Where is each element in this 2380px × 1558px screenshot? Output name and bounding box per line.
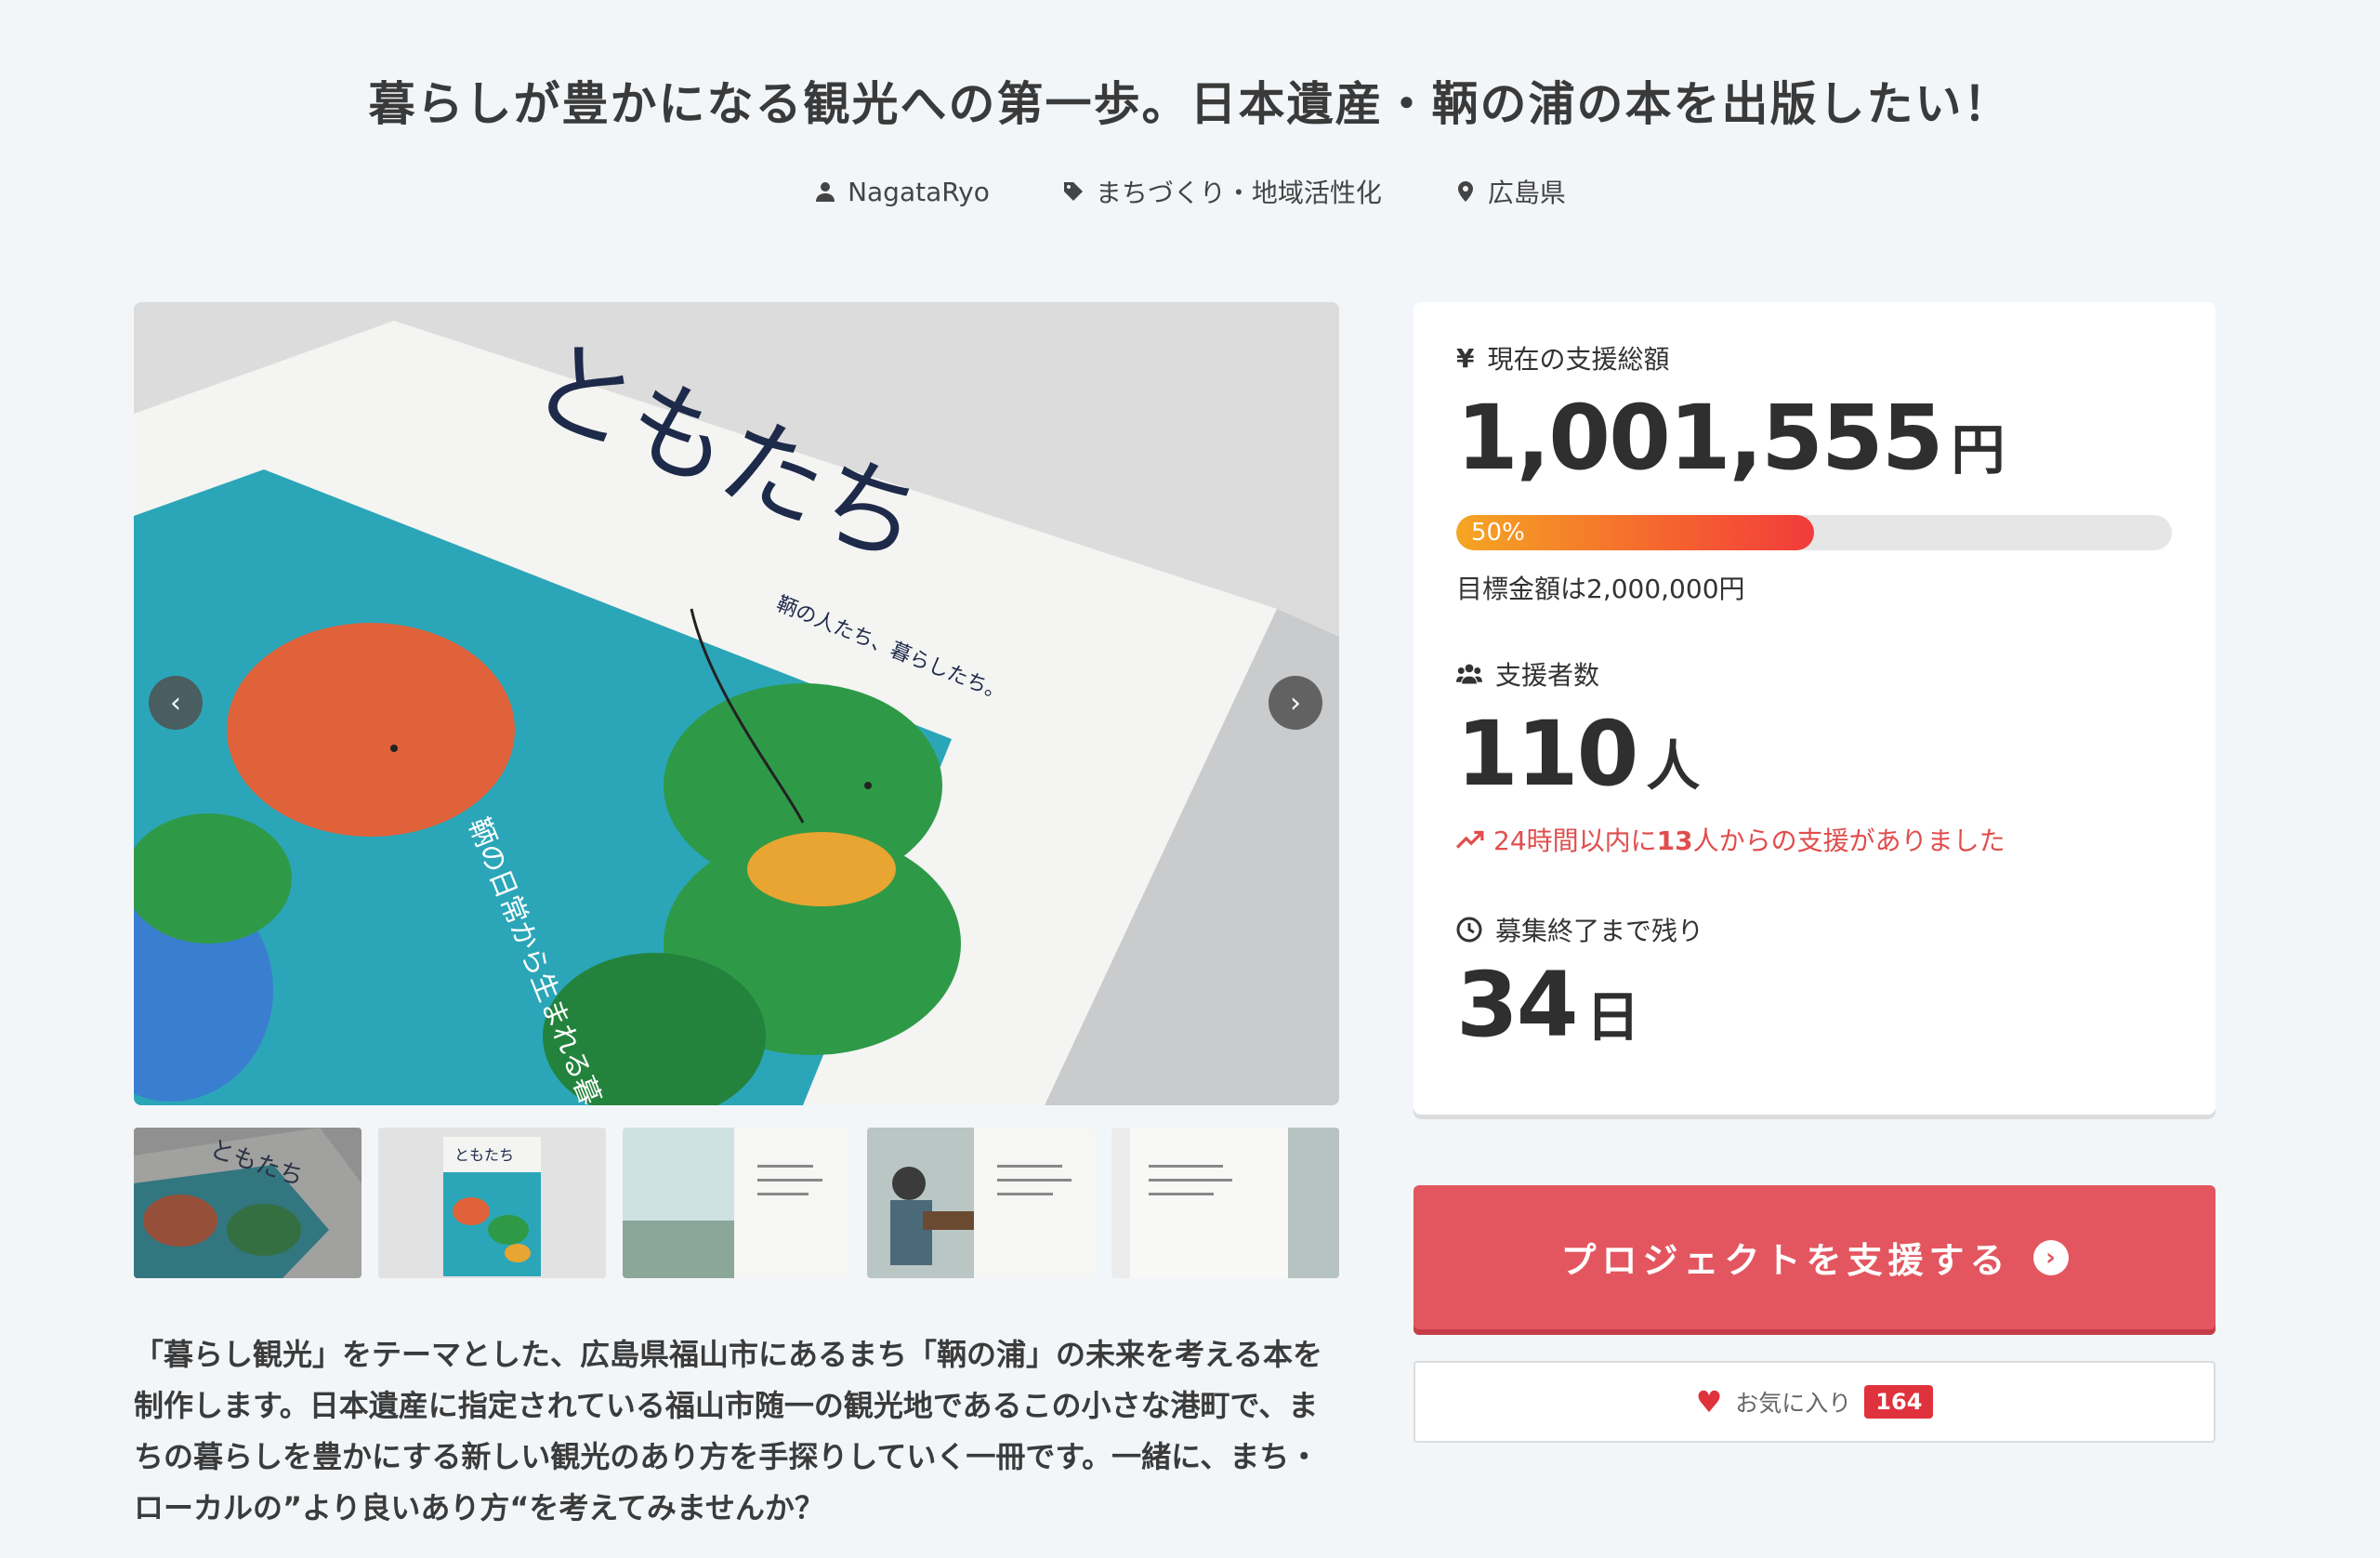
thumbnail-5-image (1111, 1128, 1339, 1278)
supporters-count: 110 人 (1456, 702, 1700, 806)
thumbnail-1[interactable]: ともたち (134, 1128, 362, 1278)
recent-prefix: 24時間以内に (1493, 825, 1657, 856)
users-icon (1456, 664, 1482, 684)
total-amount: 1,001,555 円 (1456, 386, 2005, 490)
thumbnail-2-image: ともたち (378, 1128, 606, 1278)
location-pin-icon (1457, 181, 1473, 202)
thumbnail-3[interactable] (623, 1128, 850, 1278)
thumbnail-5[interactable] (1111, 1128, 1339, 1278)
gallery-thumbnails: ともたち ともたち (134, 1128, 1339, 1278)
supporters-label: 支援者数 (1495, 660, 1600, 691)
author-name: NagataRyo (848, 176, 990, 207)
recent-support-notice: 24時間以内に13人からの支援がありました (1456, 821, 2005, 858)
favorite-count-badge: 164 (1864, 1385, 1934, 1419)
remaining-days-unit: 日 (1585, 985, 1640, 1049)
svg-text:ともたち: ともたち (454, 1146, 514, 1164)
chevron-left-icon: ‹ (170, 686, 181, 720)
thumbnail-1-image: ともたち (134, 1128, 362, 1278)
total-amount-value: 1,001,555 (1456, 386, 1944, 490)
user-icon (816, 182, 835, 202)
support-project-button[interactable]: プロジェクトを支援する › (1414, 1185, 2216, 1329)
remaining-days-value: 34 (1456, 953, 1579, 1057)
remaining-days: 34 日 (1456, 953, 1640, 1057)
total-label: 現在の支援総額 (1487, 344, 1670, 375)
recent-suffix: 人からの支援がありました (1692, 825, 2005, 856)
tag-icon (1063, 182, 1083, 201)
arrow-right-circle-icon: › (2032, 1239, 2069, 1275)
funding-stats-card: ¥ 現在の支援総額 1,001,555 円 50% 目標金額は2,000,000円… (1414, 302, 2216, 1115)
total-label-row: ¥ 現在の支援総額 (1456, 339, 1670, 376)
recent-count: 13 (1656, 825, 1693, 856)
category-name: まちづくり・地域活性化 (1095, 178, 1382, 208)
supporters-count-unit: 人 (1646, 734, 1701, 798)
remaining-label: 募集終了まで残り (1495, 916, 1704, 946)
supporters-label-row: 支援者数 (1456, 655, 1599, 693)
gallery-prev-button[interactable]: ‹ (149, 676, 203, 730)
thumbnail-2[interactable]: ともたち (378, 1128, 606, 1278)
chevron-right-icon: › (1290, 686, 1301, 720)
thumbnail-4[interactable] (867, 1128, 1095, 1278)
project-meta: NagataRyo まちづくり・地域活性化 広島県 (0, 173, 2380, 210)
location-link[interactable]: 広島県 (1454, 173, 1566, 210)
goal-amount: 目標金額は2,000,000円 (1456, 574, 1745, 604)
category-link[interactable]: まちづくり・地域活性化 (1062, 173, 1382, 210)
author-link[interactable]: NagataRyo (814, 173, 990, 210)
progress-fill: 50% (1456, 515, 1814, 550)
favorite-label: お気に入り (1735, 1390, 1852, 1417)
favorite-button[interactable]: ♥ お気に入り 164 (1414, 1361, 2216, 1443)
funding-progress-bar: 50% (1456, 515, 2172, 550)
book-cover-illustration: ともたち 鞆の人たち、暮らしたち。 鞆の日常から生まれる暮らし観光。 (134, 302, 1339, 1105)
yen-icon: ¥ (1456, 342, 1475, 374)
remaining-label-row: 募集終了まで残り (1456, 911, 1703, 948)
gallery-next-button[interactable]: › (1269, 676, 1322, 730)
clock-icon (1456, 917, 1482, 943)
heart-icon: ♥ (1695, 1384, 1723, 1419)
support-button-label: プロジェクトを支援する (1560, 1240, 2011, 1281)
project-title: 暮らしが豊かになる観光への第一歩。日本遺産・鞆の浦の本を出版したい！ (368, 77, 2012, 131)
svg-text:ともたち: ともたち (206, 1135, 307, 1192)
trending-up-icon (1456, 830, 1484, 849)
project-description: 「暮らし観光」をテーマとした、広島県福山市にあるまち「鞆の浦」の未来を考える本を… (134, 1337, 1323, 1525)
total-amount-unit: 円 (1951, 418, 2005, 482)
thumbnail-4-image (867, 1128, 1095, 1278)
main-project-image[interactable]: ともたち 鞆の人たち、暮らしたち。 鞆の日常から生まれる暮らし観光。 (134, 302, 1339, 1105)
thumbnail-3-image (623, 1128, 850, 1278)
supporters-count-value: 110 (1456, 702, 1638, 806)
location-name: 広島県 (1487, 178, 1566, 208)
